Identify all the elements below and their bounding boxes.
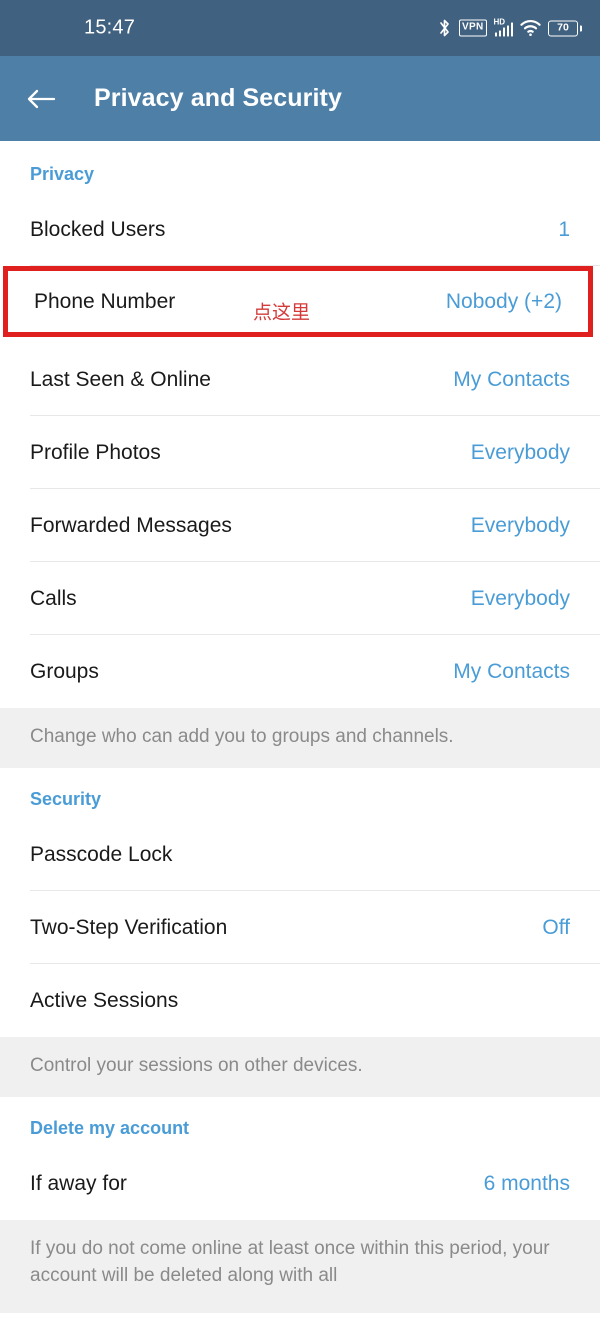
footnote-delete-account: If you do not come online at least once … [0, 1220, 600, 1313]
battery-icon: 70 [548, 20, 582, 36]
status-bar: 15:47 VPN HD 70 [0, 0, 600, 56]
row-forwarded-messages[interactable]: Forwarded Messages Everybody [0, 489, 600, 562]
section-header-delete-account: Delete my account [30, 1118, 190, 1139]
row-label: Active Sessions [30, 988, 179, 1012]
row-value: My Contacts [453, 367, 570, 391]
section-header-security: Security [30, 789, 102, 810]
section-header-privacy: Privacy [30, 164, 95, 184]
row-value: Everybody [470, 586, 570, 610]
row-label: Last Seen & Online [30, 367, 211, 391]
hd-signal-icon: HD [493, 17, 513, 37]
row-value: Everybody [470, 513, 570, 537]
row-two-step-verification[interactable]: Two-Step Verification Off [0, 891, 600, 965]
row-value: 6 months [483, 1171, 570, 1195]
row-calls[interactable]: Calls Everybody [0, 562, 600, 635]
row-active-sessions[interactable]: Active Sessions [0, 964, 600, 1038]
row-blocked-users[interactable]: Blocked Users 1 [0, 193, 600, 266]
row-value: Everybody [470, 440, 570, 464]
hd-label: HD [493, 17, 506, 27]
battery-level-label: 70 [548, 20, 578, 36]
row-groups[interactable]: Groups My Contacts [0, 635, 600, 708]
footnote-privacy: Change who can add you to groups and cha… [0, 708, 600, 769]
footnote-security: Control your sessions on other devices. [0, 1037, 600, 1098]
wifi-icon [520, 20, 541, 37]
row-value: My Contacts [453, 659, 570, 683]
row-label: Two-Step Verification [30, 915, 228, 939]
status-clock: 15:47 [84, 16, 136, 39]
annotation-click-here: 点这里 [253, 301, 311, 323]
app-bar: Privacy and Security [0, 56, 600, 141]
row-label: Profile Photos [30, 440, 161, 464]
row-label: Calls [30, 586, 77, 610]
row-value: 1 [558, 217, 570, 241]
back-arrow-icon[interactable] [24, 82, 58, 116]
bluetooth-icon [437, 19, 452, 38]
phone-screen: 15:47 VPN HD 70 Privacy and Security Pri… [0, 0, 600, 1333]
row-value: Nobody (+2) [445, 289, 562, 313]
row-label: Groups [30, 659, 99, 683]
row-if-away-for[interactable]: If away for 6 months [0, 1147, 600, 1221]
row-profile-photos[interactable]: Profile Photos Everybody [0, 416, 600, 489]
page-title: Privacy and Security [94, 84, 342, 112]
vpn-icon: VPN [459, 19, 487, 37]
battery-cap [579, 25, 582, 31]
row-value: Off [542, 915, 570, 939]
status-icon-tray: VPN HD 70 [437, 17, 582, 38]
row-label: Passcode Lock [30, 842, 173, 866]
row-phone-number[interactable]: Phone Number 点这里 Nobody (+2) [3, 266, 593, 337]
row-passcode-lock[interactable]: Passcode Lock [0, 818, 600, 892]
row-label: If away for [30, 1171, 127, 1195]
settings-list: Privacy Blocked Users 1 Phone Number 点这里… [0, 141, 600, 1313]
row-label: Phone Number [34, 289, 176, 313]
row-label: Blocked Users [30, 217, 166, 241]
row-label: Forwarded Messages [30, 513, 232, 537]
row-last-seen-online[interactable]: Last Seen & Online My Contacts [0, 343, 600, 416]
